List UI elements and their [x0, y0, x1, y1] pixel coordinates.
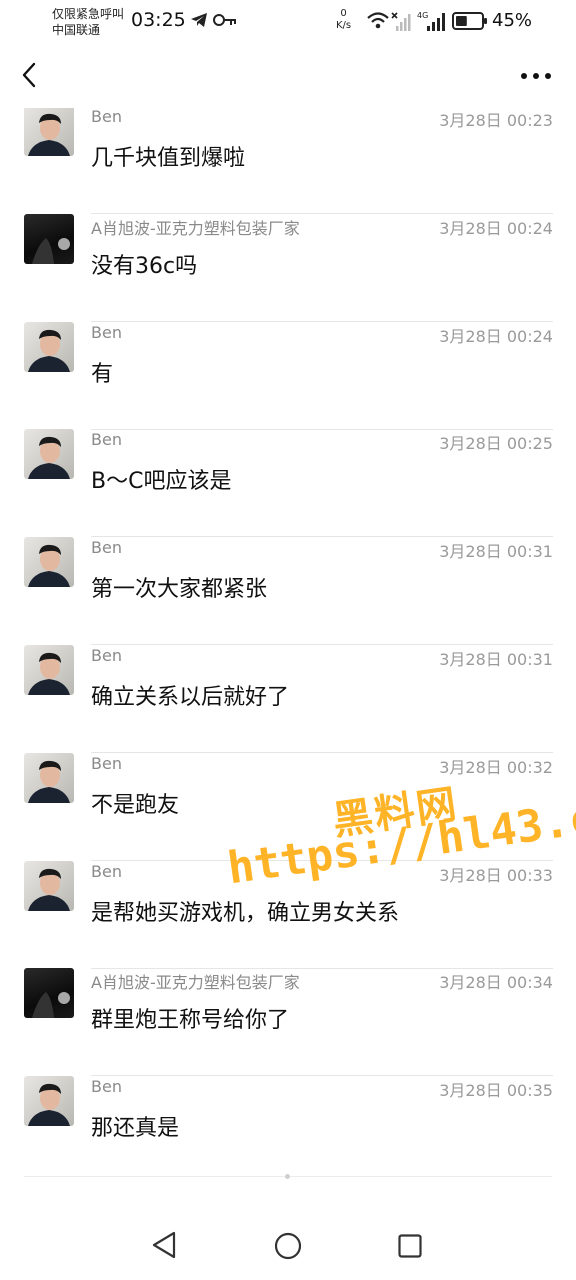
- message-item[interactable]: Ben 3月28日 00:31 确立关系以后就好了: [0, 645, 576, 753]
- message-sender: Ben: [91, 430, 122, 450]
- network-type-label: 4G: [417, 11, 428, 20]
- message-timestamp: 3月28日 00:33: [439, 865, 553, 885]
- back-button[interactable]: [14, 58, 48, 92]
- avatar[interactable]: [24, 860, 74, 911]
- wifi-icon: [367, 12, 411, 31]
- message-text: 群里炮王称号给你了: [91, 1008, 290, 1034]
- more-options-button[interactable]: [516, 62, 556, 90]
- message-sender: Ben: [91, 646, 122, 665]
- message-item[interactable]: Ben 3月28日 00:33 是帮她买游戏机，确立男女关系: [0, 860, 576, 969]
- message-text: 第一次大家都紧张: [91, 577, 268, 603]
- network-speed: 0 K/s: [336, 8, 351, 32]
- message-text: 不是跑友: [91, 792, 180, 818]
- message-list[interactable]: Ben 3月28日 00:23 几千块值到爆啦 A肖旭波-亚克力塑料包装厂家 3月28日…: [0, 108, 576, 1188]
- carrier-line1: 仅限紧急呼叫: [52, 7, 125, 21]
- dark-avatar-image: [32, 992, 70, 1019]
- nav-back-button[interactable]: [150, 1230, 178, 1264]
- message-item[interactable]: Ben 3月28日 00:24 有: [0, 321, 576, 430]
- message-timestamp: 3月28日 00:35: [439, 1081, 553, 1101]
- avatar[interactable]: [24, 213, 74, 264]
- chat-header: [0, 48, 576, 108]
- message-sender: Ben: [91, 861, 122, 881]
- chevron-left-icon: [22, 62, 36, 88]
- avatar[interactable]: [24, 968, 74, 1019]
- person-avatar-image: [28, 760, 70, 803]
- scroll-indicator: [285, 1174, 290, 1179]
- nav-recent-apps-button[interactable]: [398, 1234, 422, 1262]
- avatar[interactable]: [24, 1076, 74, 1127]
- message-timestamp: 3月28日 00:34: [439, 973, 553, 993]
- network-speed-value: 0: [340, 8, 347, 19]
- nav-home-button[interactable]: [274, 1232, 302, 1264]
- message-sender: A肖旭波-亚克力塑料包装厂家: [91, 973, 300, 993]
- status-time: 03:25: [131, 9, 186, 31]
- person-avatar-image: [28, 329, 70, 372]
- avatar[interactable]: [24, 429, 74, 480]
- message-sender: Ben: [91, 753, 122, 773]
- message-sender: Ben: [91, 108, 122, 126]
- network-speed-unit: K/s: [336, 20, 352, 31]
- message-item[interactable]: Ben 3月28日 00:25 B～C吧应该是: [0, 429, 576, 538]
- person-avatar-image: [28, 652, 70, 695]
- cellular-signal-icon: 4G: [417, 11, 445, 31]
- message-timestamp: 3月28日 00:31: [439, 542, 553, 562]
- circle-home-icon: [274, 1232, 302, 1260]
- carrier-info: 仅限紧急呼叫 中国联通: [52, 6, 124, 38]
- more-horizontal-icon: [521, 73, 551, 79]
- message-text: 那还真是: [91, 1116, 180, 1142]
- avatar[interactable]: [24, 537, 74, 588]
- message-text: 有: [91, 361, 114, 387]
- person-avatar-image: [28, 1084, 70, 1127]
- status-bar: 仅限紧急呼叫 中国联通 03:25 0 K/s 4G 45%: [0, 0, 576, 44]
- message-sender: Ben: [91, 322, 122, 342]
- message-sender: A肖旭波-亚克力塑料包装厂家: [91, 218, 300, 238]
- message-item[interactable]: Ben 3月28日 00:23 几千块值到爆啦: [0, 108, 576, 214]
- message-text: 是帮她买游戏机，确立男女关系: [91, 900, 400, 926]
- battery-icon: [452, 12, 487, 30]
- square-recent-icon: [398, 1234, 422, 1258]
- message-timestamp: 3月28日 00:23: [439, 111, 553, 130]
- avatar[interactable]: [24, 108, 74, 156]
- system-nav-bar: [0, 1200, 576, 1280]
- message-text: 没有36c吗: [91, 253, 198, 279]
- person-avatar-image: [28, 113, 70, 156]
- avatar[interactable]: [24, 321, 74, 372]
- person-avatar-image: [28, 437, 70, 480]
- person-avatar-image: [28, 868, 70, 911]
- message-text: B～C吧应该是: [91, 469, 232, 495]
- message-timestamp: 3月28日 00:32: [439, 757, 553, 777]
- message-sender: Ben: [91, 1077, 122, 1097]
- key-icon: [213, 14, 236, 26]
- message-timestamp: 3月28日 00:24: [439, 218, 553, 238]
- message-item[interactable]: A肖旭波-亚克力塑料包装厂家 3月28日 00:34 群里炮王称号给你了: [0, 968, 576, 1077]
- person-avatar-image: [28, 545, 70, 588]
- message-timestamp: 3月28日 00:31: [439, 650, 553, 669]
- message-timestamp: 3月28日 00:25: [439, 434, 553, 454]
- message-text: 几千块值到爆啦: [91, 146, 246, 171]
- triangle-back-icon: [152, 1231, 176, 1259]
- battery-percentage: 45%: [492, 10, 533, 31]
- avatar[interactable]: [24, 752, 74, 803]
- message-sender: Ben: [91, 538, 122, 558]
- avatar[interactable]: [24, 645, 74, 695]
- message-item[interactable]: Ben 3月28日 00:32 不是跑友: [0, 752, 576, 861]
- message-item[interactable]: A肖旭波-亚克力塑料包装厂家 3月28日 00:24 没有36c吗: [0, 213, 576, 322]
- message-item[interactable]: Ben 3月28日 00:35 那还真是: [0, 1076, 576, 1184]
- carrier-line2: 中国联通: [52, 23, 101, 37]
- dark-avatar-image: [32, 237, 70, 264]
- telegram-icon: [191, 13, 207, 27]
- message-item[interactable]: Ben 3月28日 00:31 第一次大家都紧张: [0, 537, 576, 646]
- message-text: 确立关系以后就好了: [91, 685, 290, 710]
- message-timestamp: 3月28日 00:24: [439, 326, 553, 346]
